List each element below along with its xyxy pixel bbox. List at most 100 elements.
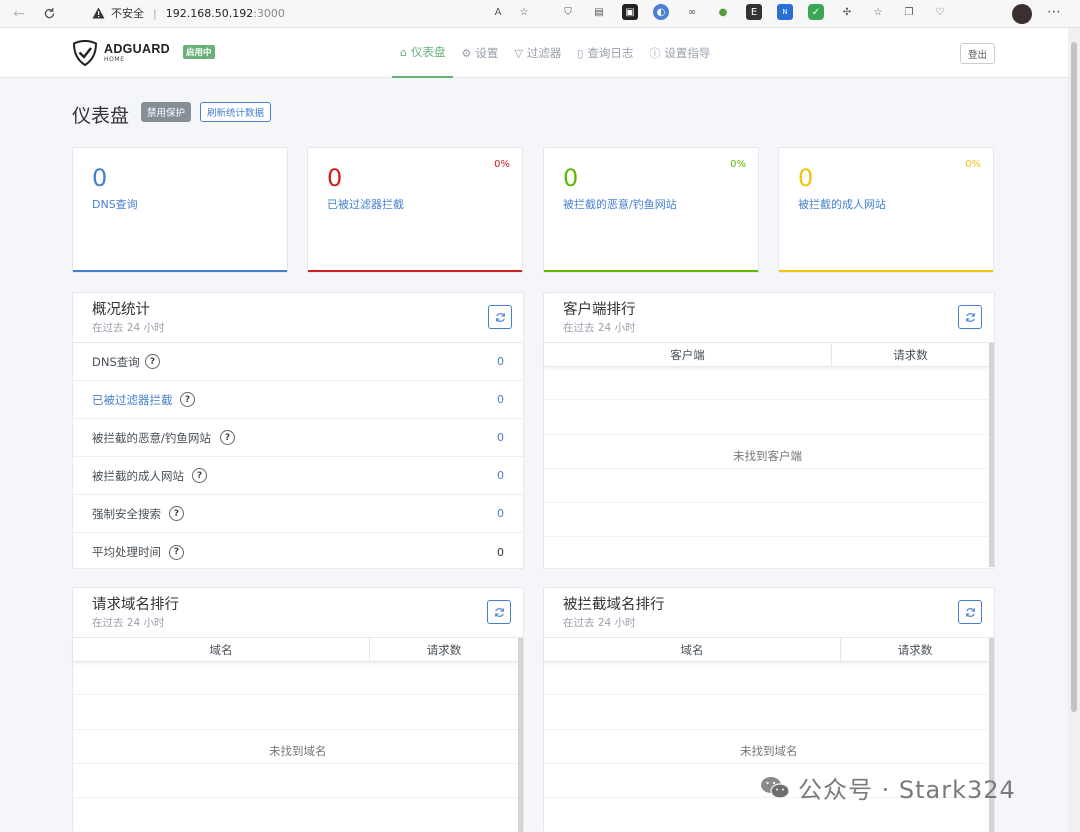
empty-state-text: 未找到域名 [730,739,808,763]
performance-icon[interactable]: ♡ [932,4,948,20]
extension-earth-icon[interactable]: ● [715,4,731,20]
address-separator: | [153,6,157,20]
read-aloud-icon[interactable]: A [490,4,506,20]
column-header-requests[interactable]: 请求数 [840,638,989,662]
help-icon[interactable]: ? [180,392,195,407]
help-icon[interactable]: ? [169,544,184,560]
table-scrollbar[interactable] [518,638,523,832]
stat-value: 0 [327,164,343,192]
row-value: 0 [497,545,504,559]
stat-card-dns-queries: 0 DNS查询 [72,147,288,273]
row-label: DNS查询 [92,354,140,369]
scrollbar-thumb[interactable] [1071,42,1077,712]
panel-title: 客户端排行 [563,302,636,318]
panel-header: 客户端排行 在过去 24 小时 [544,293,994,343]
column-header-requests[interactable]: 请求数 [831,343,989,367]
row-label: 被拦截的恶意/钓鱼网站 [92,430,211,445]
row-value: 0 [497,431,504,444]
nav-label: 设置 [475,46,499,60]
extension-book-icon[interactable]: ▤ [591,4,607,20]
watermark-text: 公众号 · Stark324 [798,776,1016,804]
help-icon[interactable]: ? [169,506,184,521]
refresh-button[interactable] [487,600,511,624]
refresh-icon [494,607,504,617]
table-row-divider [544,434,989,435]
empty-state-text: 未找到客户端 [723,444,812,468]
column-header-domain[interactable]: 域名 [73,638,369,662]
refresh-icon [965,312,975,322]
refresh-stats-button[interactable]: 刷新统计数据 [200,102,272,122]
back-button[interactable]: ← [8,3,30,25]
shield-check-icon [72,40,98,66]
favorite-icon[interactable]: ☆ [516,4,532,20]
stat-value: 0 [92,164,108,192]
stat-percent: 0% [730,159,746,170]
collections-icon[interactable]: ❐ [901,4,917,20]
overview-row-filter-blocked: 已被过滤器拦截 ? 0 [73,381,523,419]
app-header: ADGUARD HOME 启用中 ⌂ 仪表盘 ⚙ 设置 ▽ 过滤器 ▯ 查询日志 ⓘ 设置… [0,28,1068,78]
table-scrollbar[interactable] [989,343,994,567]
panel-subtitle: 在过去 24 小时 [563,322,636,334]
extension-shield-icon[interactable]: ⛉ [560,4,576,20]
filter-icon: ▽ [514,46,523,60]
overview-row-malware: 被拦截的恶意/钓鱼网站 ? 0 [73,419,523,457]
column-header-domain[interactable]: 域名 [544,638,840,662]
panel-title: 被拦截域名排行 [563,597,665,613]
extension-infinity-icon[interactable]: ∞ [684,4,700,20]
help-icon[interactable]: ? [192,468,207,483]
row-label: 强制安全搜索 [92,506,161,521]
table-row-divider [73,797,518,798]
refresh-button[interactable] [958,305,982,329]
page-title: 仪表盘 [72,105,130,127]
extension-game-icon[interactable]: ▣ [622,4,638,20]
watermark: 公众号 · Stark324 [760,770,1016,805]
table-row-divider [544,399,989,400]
nav-query-log[interactable]: ▯ 查询日志 [569,28,641,78]
extension-new-icon[interactable]: N [777,4,793,20]
extension-adguard-icon[interactable]: ✓ [808,4,824,20]
main-nav: ⌂ 仪表盘 ⚙ 设置 ▽ 过滤器 ▯ 查询日志 ⓘ 设置指导 [392,28,718,78]
nav-label: 过滤器 [526,46,562,60]
nav-filters[interactable]: ▽ 过滤器 [506,28,569,78]
help-icon[interactable]: ? [145,354,160,369]
more-menu-icon[interactable]: ⋯ [1047,4,1061,20]
nav-setup-guide[interactable]: ⓘ 设置指导 [641,28,718,78]
nav-label: 设置指导 [664,46,711,60]
stat-percent: 0% [494,159,510,170]
help-icon[interactable]: ? [220,430,235,445]
panel-subtitle: 在过去 24 小时 [92,322,165,334]
home-icon: ⌂ [400,45,407,59]
row-value: 0 [497,355,504,368]
logout-button[interactable]: 登出 [960,43,995,64]
refresh-icon [495,312,505,322]
stat-label: 已被过滤器拦截 [327,198,404,211]
adguard-logo[interactable]: ADGUARD HOME 启用中 [72,40,215,66]
stat-card-malware-blocked: 0 被拦截的恶意/钓鱼网站 0% [543,147,759,273]
extensions-puzzle-icon[interactable]: ✣ [839,4,855,20]
stat-value: 0 [563,164,579,192]
table-row-divider [73,729,518,730]
nav-settings[interactable]: ⚙ 设置 [453,28,506,78]
nav-dashboard[interactable]: ⌂ 仪表盘 [392,28,454,78]
page-scrollbar[interactable] [1068,28,1080,832]
extension-e-icon[interactable]: E [746,4,762,20]
address-bar[interactable]: 不安全 | 192.168.50.192:3000 [78,1,548,25]
refresh-button[interactable] [488,305,512,329]
extension-globe-icon[interactable]: ◐ [653,4,669,20]
table-row-divider [73,763,518,764]
url-host: 192.168.50.192 [165,6,254,20]
table-row-divider [544,536,989,537]
favorites-list-icon[interactable]: ☆ [870,4,886,20]
top-clients-panel: 客户端排行 在过去 24 小时 客户端 请求数 未找到客户端 [543,292,995,569]
row-label[interactable]: 已被过滤器拦截 [92,392,173,408]
column-header-client[interactable]: 客户端 [544,343,831,367]
panel-title: 请求域名排行 [92,597,179,613]
overview-row-adult: 被拦截的成人网站 ? 0 [73,457,523,495]
refresh-button[interactable] [958,600,982,624]
disable-protection-button[interactable]: 禁用保护 [141,102,192,122]
profile-avatar[interactable] [1012,4,1032,24]
column-header-requests[interactable]: 请求数 [369,638,518,662]
reload-button[interactable] [38,3,60,25]
stat-card-filter-blocked: 0 已被过滤器拦截 0% [307,147,523,273]
stat-label: 被拦截的恶意/钓鱼网站 [563,198,677,211]
